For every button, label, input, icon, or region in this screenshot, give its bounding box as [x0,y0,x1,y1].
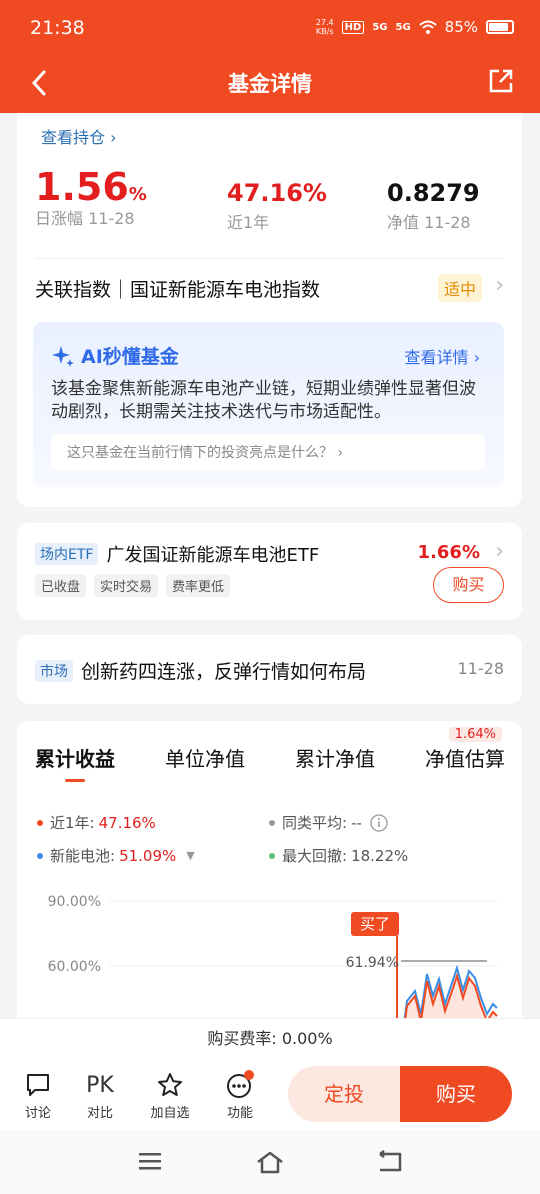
signal-icon: 5G [395,21,411,33]
chevron-right-icon[interactable]: › [495,273,504,298]
info-icon[interactable] [370,813,388,832]
news-card[interactable]: 市场 创新药四连涨，反弹行情如何布局 11-28 [17,635,522,704]
back-nav-icon[interactable] [376,1150,404,1174]
tab-cumulative-return[interactable]: 累计收益 [35,743,115,782]
legend-drawdown: 最大回撤: 18.22% [269,845,408,866]
tab-unit-nav[interactable]: 单位净值 [165,743,245,772]
auto-invest-button[interactable]: 定投 [288,1066,400,1122]
nav-label: 净值 11-28 [387,213,471,232]
add-watchlist-button[interactable]: 加自选 [145,1068,195,1121]
performance-tabs: 累计收益 单位净值 累计净值 净值估算 [35,743,505,782]
etf-tag-item: 费率更低 [166,574,231,597]
ai-title: AI秒懂基金 [51,342,179,369]
ai-summary-box: AI秒懂基金 查看详情 › 该基金聚焦新能源车电池产业链，短期业绩弹性显著但波动… [33,322,504,487]
tab-cumulative-nav[interactable]: 累计净值 [295,743,375,772]
estimate-badge: 1.64% [448,727,502,742]
sparkle-icon [52,345,74,367]
more-icon [215,1068,265,1102]
buy-button[interactable]: 购买 [400,1066,512,1122]
performance-card: 1.64% 累计收益 单位净值 累计净值 净值估算 近1年: 47.16% 同类平… [17,721,522,1051]
news-item: 市场 创新药四连涨，反弹行情如何布局 [35,657,366,684]
etf-tag-item: 实时交易 [94,574,159,597]
tab-nav-estimate[interactable]: 净值估算 [425,743,505,772]
year-change-label: 近1年 [227,213,270,232]
daily-change-value: 1.56% [35,165,147,209]
legend-dot [37,852,43,859]
home-icon[interactable] [255,1150,285,1174]
battery-text: 85% [444,18,478,36]
signal-icon: 5G [372,21,388,33]
legend-dot [269,819,275,826]
compare-button[interactable]: PK 对比 [75,1068,125,1122]
discuss-button[interactable]: 讨论 [13,1068,63,1121]
caret-down-icon[interactable]: ▼ [186,849,194,862]
etf-card[interactable]: 场内ETF 广发国证新能源车电池ETF 1.66% › 已收盘 实时交易 费率更… [17,523,522,620]
etf-title: 场内ETF 广发国证新能源车电池ETF [35,541,319,567]
hd-icon: HD [341,20,365,34]
legend-peer: 同类平均: -- [269,812,388,833]
legend-dot [37,819,43,826]
divider [35,258,504,259]
view-holdings-link[interactable]: 查看持仓 › [41,124,117,148]
etf-tag-item: 已收盘 [35,574,87,597]
page-title: 基金详情 [228,72,312,96]
news-tag: 市场 [35,659,73,682]
battery-icon [486,20,514,34]
pk-icon: PK [86,1072,114,1098]
status-icons: 27.4 KB/s HD 5G 5G 85% [316,18,514,36]
chat-icon [13,1068,63,1102]
status-time: 21:38 [30,17,85,39]
related-index[interactable]: 关联指数｜国证新能源车电池指数 [35,275,320,302]
daily-change-label: 日涨幅 11-28 [35,209,135,228]
bottom-action-bar: 讨论 PK 对比 加自选 功能 定投 购买 [0,1058,540,1130]
etf-buy-button[interactable]: 购买 [433,567,504,603]
y-tick-label: 90.00% [48,894,101,910]
etf-change: 1.66% [417,542,480,563]
ai-question-prompt[interactable]: 这只基金在当前行情下的投资亮点是什么？ › [51,434,485,470]
crosshair-value: 61.94% [346,955,399,971]
star-icon [145,1068,195,1102]
ai-view-details-link[interactable]: 查看详情 › [405,344,481,368]
status-bar: 21:38 27.4 KB/s HD 5G 5G 85% [0,0,540,58]
menu-icon[interactable] [138,1150,162,1172]
functions-button[interactable]: 功能 [215,1068,265,1121]
net-speed: 27.4 KB/s [315,18,334,36]
ai-summary-text: 该基金聚焦新能源车电池产业链，短期业绩弹性显著但波动剧烈，长期需关注技术迭代与市… [51,379,476,422]
daily-change-block: 1.56% 日涨幅 11-28 [35,165,147,229]
nav-block: 0.8279 净值 11-28 [387,179,480,233]
etf-tags: 已收盘 实时交易 费率更低 [35,574,231,597]
buy-marker-text: 买了 [360,915,390,933]
app-header: 21:38 27.4 KB/s HD 5G 5G 85% 基金详情 [0,0,540,113]
legend-dot [269,852,275,859]
legend-index[interactable]: 新能电池: 51.09% ▼ [37,845,195,866]
fund-summary-card: 查看持仓 › 1.56% 日涨幅 11-28 47.16% 近1年 0.8279… [17,113,522,507]
wifi-icon [418,20,437,34]
legend-fund: 近1年: 47.16% [37,812,156,833]
news-date: 11-28 [457,659,505,678]
etf-name: 广发国证新能源车电池ETF [106,545,320,566]
purchase-fee: 购买费率: 0.00% [0,1018,540,1062]
chevron-right-icon[interactable]: › [495,539,504,564]
system-nav-bar [0,1130,540,1194]
etf-tag: 场内ETF [35,543,99,565]
nav-bar: 基金详情 [0,58,540,113]
risk-rating-badge: 适中 [437,274,482,302]
nav-value: 0.8279 [387,179,480,207]
year-change-block: 47.16% 近1年 [227,179,327,233]
news-title: 创新药四连涨，反弹行情如何布局 [81,661,367,683]
y-tick-label: 60.00% [48,959,101,975]
year-change-value: 47.16% [227,179,327,207]
share-icon[interactable] [488,68,514,94]
